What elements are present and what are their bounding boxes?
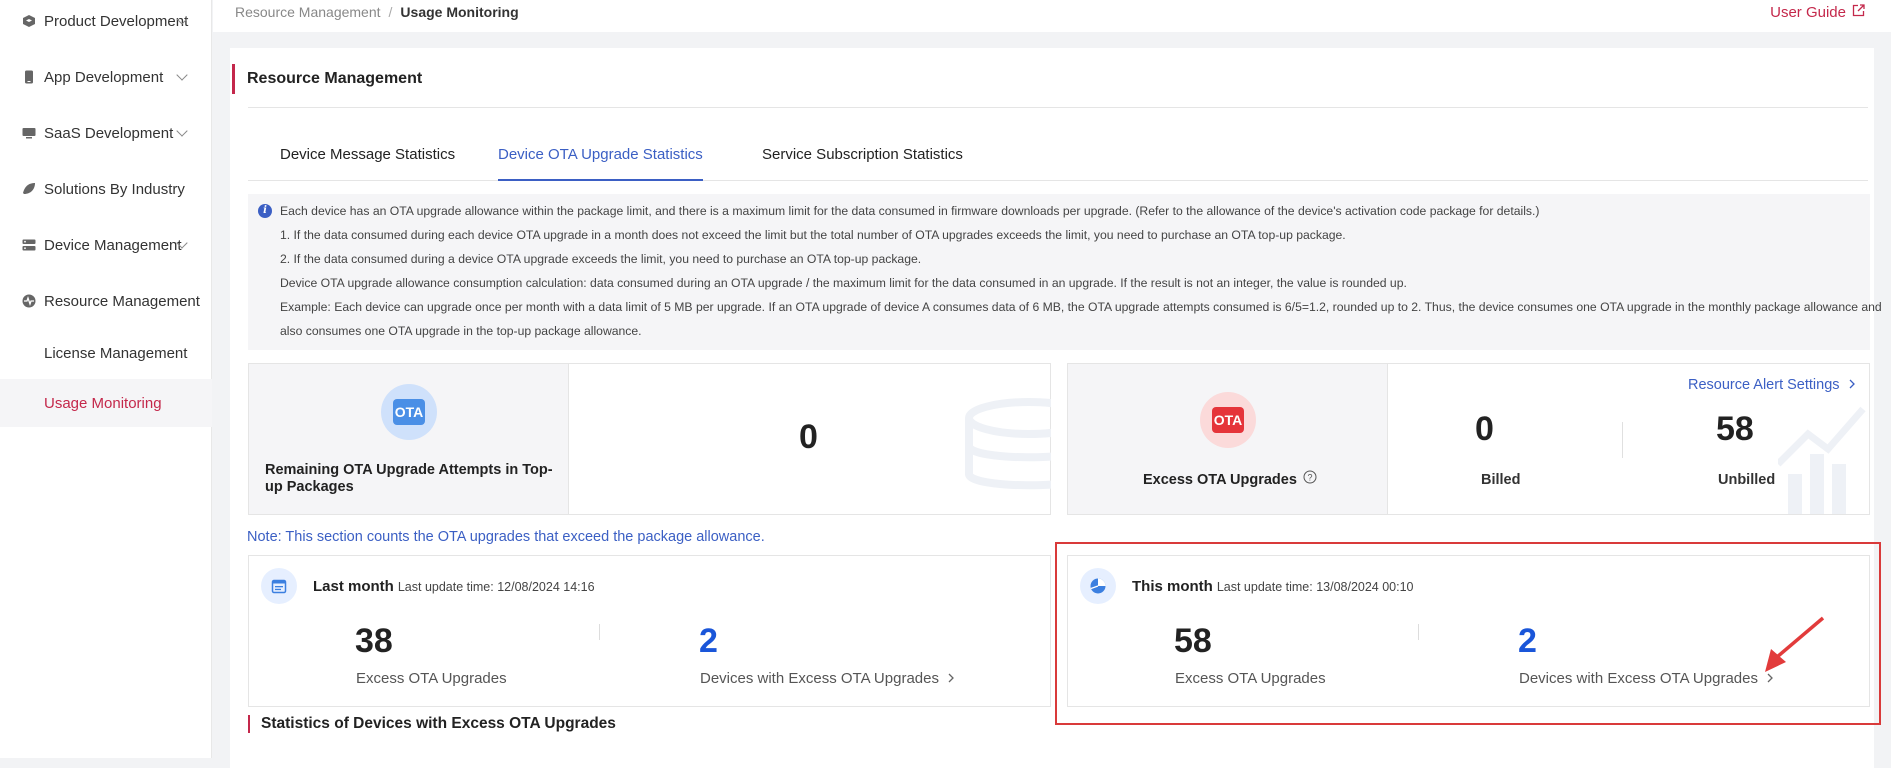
sidebar-item-saas-development[interactable]: SaaS Development: [0, 113, 212, 153]
page-title: Resource Management: [232, 64, 422, 94]
annotation-arrow-icon: [1755, 615, 1827, 680]
this-month-update-time: Last update time: 13/08/2024 00:10: [1216, 580, 1414, 594]
sidebar-item-label: Product Development: [44, 12, 189, 30]
sidebar-item-device-management[interactable]: Device Management: [0, 225, 212, 265]
remaining-ota-card: OTA Remaining OTA Upgrade Attempts in To…: [248, 363, 1093, 515]
help-icon[interactable]: ?: [1303, 470, 1317, 489]
ota-icon: OTA: [393, 399, 425, 425]
chevron-right-icon: [1848, 376, 1856, 394]
chevron-right-icon: [947, 670, 955, 687]
this-month-header: This month Last update time: 13/08/2024 0…: [1132, 578, 1414, 595]
last-month-devices-label: Devices with Excess OTA Upgrades: [700, 670, 939, 687]
divider: [248, 107, 1868, 108]
last-month-devices-value[interactable]: 2: [699, 622, 718, 661]
breadcrumb-parent[interactable]: Resource Management: [235, 4, 381, 20]
ota-badge: OTA: [1200, 392, 1256, 448]
last-month-excess-value: 38: [355, 622, 393, 660]
tab-service-subscription-statistics[interactable]: Service Subscription Statistics: [762, 138, 963, 181]
this-month-card: This month Last update time: 13/08/2024 0…: [1067, 555, 1870, 707]
billed-value: 0: [1475, 410, 1494, 448]
remaining-value: 0: [799, 418, 818, 456]
pulse-icon: [22, 294, 36, 308]
notice-line: Each device has an OTA upgrade allowance…: [280, 204, 1540, 218]
user-guide-label: User Guide: [1770, 4, 1846, 21]
divider: [568, 364, 569, 514]
breadcrumb-separator: /: [388, 4, 393, 20]
tab-device-message-statistics[interactable]: Device Message Statistics: [280, 138, 455, 181]
sidebar-item-product-development[interactable]: Product Development: [0, 1, 212, 41]
notice-line: Device OTA upgrade allowance consumption…: [280, 276, 1407, 290]
sidebar-item-label: License Management: [44, 344, 188, 362]
note-text: Note: This section counts the OTA upgrad…: [247, 529, 765, 545]
chart-watermark-icon: [1775, 404, 1870, 519]
this-month-devices-link[interactable]: Devices with Excess OTA Upgrades: [1519, 670, 1774, 687]
this-month-devices-value[interactable]: 2: [1518, 622, 1537, 661]
chevron-down-icon: [176, 125, 188, 137]
sidebar-item-usage-monitoring[interactable]: Usage Monitoring: [0, 379, 212, 427]
leaf-icon: [22, 182, 36, 196]
sidebar-item-label: Resource Management: [44, 292, 200, 310]
main-panel: Resource Management Device Message Stati…: [230, 48, 1882, 768]
server-icon: [22, 238, 36, 252]
breadcrumb: Resource Management / Usage Monitoring: [235, 4, 519, 20]
svg-text:?: ?: [1307, 473, 1312, 483]
section-subtitle: Statistics of Devices with Excess OTA Up…: [248, 715, 616, 733]
tab-bar: Device Message Statistics Device OTA Upg…: [248, 138, 1868, 181]
sidebar-item-label: Device Management: [44, 236, 182, 254]
resource-alert-settings-link[interactable]: Resource Alert Settings: [1688, 376, 1856, 394]
sidebar-item-label: SaaS Development: [44, 124, 174, 142]
this-month-title: This month: [1132, 578, 1213, 595]
cube-icon: [22, 14, 36, 28]
remaining-label: Remaining OTA Upgrade Attempts in Top-up…: [265, 462, 553, 495]
billed-label: Billed: [1481, 472, 1521, 488]
last-month-excess-label: Excess OTA Upgrades: [356, 670, 507, 687]
last-month-devices-link[interactable]: Devices with Excess OTA Upgrades: [700, 670, 955, 687]
excess-label: Excess OTA Upgrades: [1143, 471, 1297, 488]
notice-line: also consumes one OTA upgrade in the top…: [280, 324, 642, 338]
chevron-down-icon: [176, 69, 188, 81]
resource-alert-settings-label: Resource Alert Settings: [1688, 377, 1840, 393]
user-guide-link[interactable]: User Guide: [1770, 4, 1865, 21]
phone-icon: [22, 70, 36, 84]
divider: [1622, 422, 1623, 458]
sidebar-item-resource-management[interactable]: Resource Management: [0, 281, 212, 321]
unbilled-value: 58: [1716, 410, 1754, 448]
external-link-icon: [1852, 4, 1865, 21]
database-watermark-icon: [959, 394, 1093, 509]
pie-chart-icon: [1080, 568, 1116, 604]
sidebar-item-license-management[interactable]: License Management: [0, 329, 212, 377]
this-month-excess-value: 58: [1174, 622, 1212, 660]
last-month-title: Last month: [313, 578, 394, 595]
last-month-update-time: Last update time: 12/08/2024 14:16: [397, 580, 595, 594]
sidebar-item-solutions-by-industry[interactable]: Solutions By Industry: [0, 169, 212, 209]
sidebar-item-app-development[interactable]: App Development: [0, 57, 212, 97]
sidebar-item-label: App Development: [44, 68, 164, 86]
breadcrumb-current: Usage Monitoring: [400, 4, 519, 20]
ota-badge: OTA: [381, 384, 437, 440]
last-month-card: Last month Last update time: 12/08/2024 1…: [248, 555, 1051, 707]
sidebar-item-label: Usage Monitoring: [44, 394, 162, 412]
notice-line: 2. If the data consumed during a device …: [280, 252, 922, 266]
info-notice: i Each device has an OTA upgrade allowan…: [248, 194, 1882, 350]
monitor-icon: [22, 126, 36, 140]
sidebar: Product Development App Development SaaS…: [0, 0, 212, 758]
tab-device-ota-upgrade-statistics[interactable]: Device OTA Upgrade Statistics: [498, 138, 703, 181]
excess-ota-card: OTA Excess OTA Upgrades ? Resource Alert…: [1067, 363, 1870, 515]
divider: [1418, 624, 1419, 640]
info-icon: i: [258, 204, 272, 218]
notice-line: 1. If the data consumed during each devi…: [280, 228, 1346, 242]
calendar-icon: [261, 568, 297, 604]
notice-line: Example: Each device can upgrade once pe…: [280, 300, 1882, 314]
unbilled-label: Unbilled: [1718, 472, 1776, 488]
this-month-devices-label: Devices with Excess OTA Upgrades: [1519, 670, 1758, 687]
excess-label-row: Excess OTA Upgrades ?: [1143, 470, 1317, 489]
this-month-excess-label: Excess OTA Upgrades: [1175, 670, 1326, 687]
top-bar: Resource Management / Usage Monitoring Use…: [213, 0, 1891, 32]
last-month-header: Last month Last update time: 12/08/2024 1…: [313, 578, 595, 595]
divider: [1387, 364, 1388, 514]
sidebar-item-label: Solutions By Industry: [44, 180, 185, 198]
ota-icon: OTA: [1212, 407, 1244, 433]
divider: [599, 624, 600, 640]
